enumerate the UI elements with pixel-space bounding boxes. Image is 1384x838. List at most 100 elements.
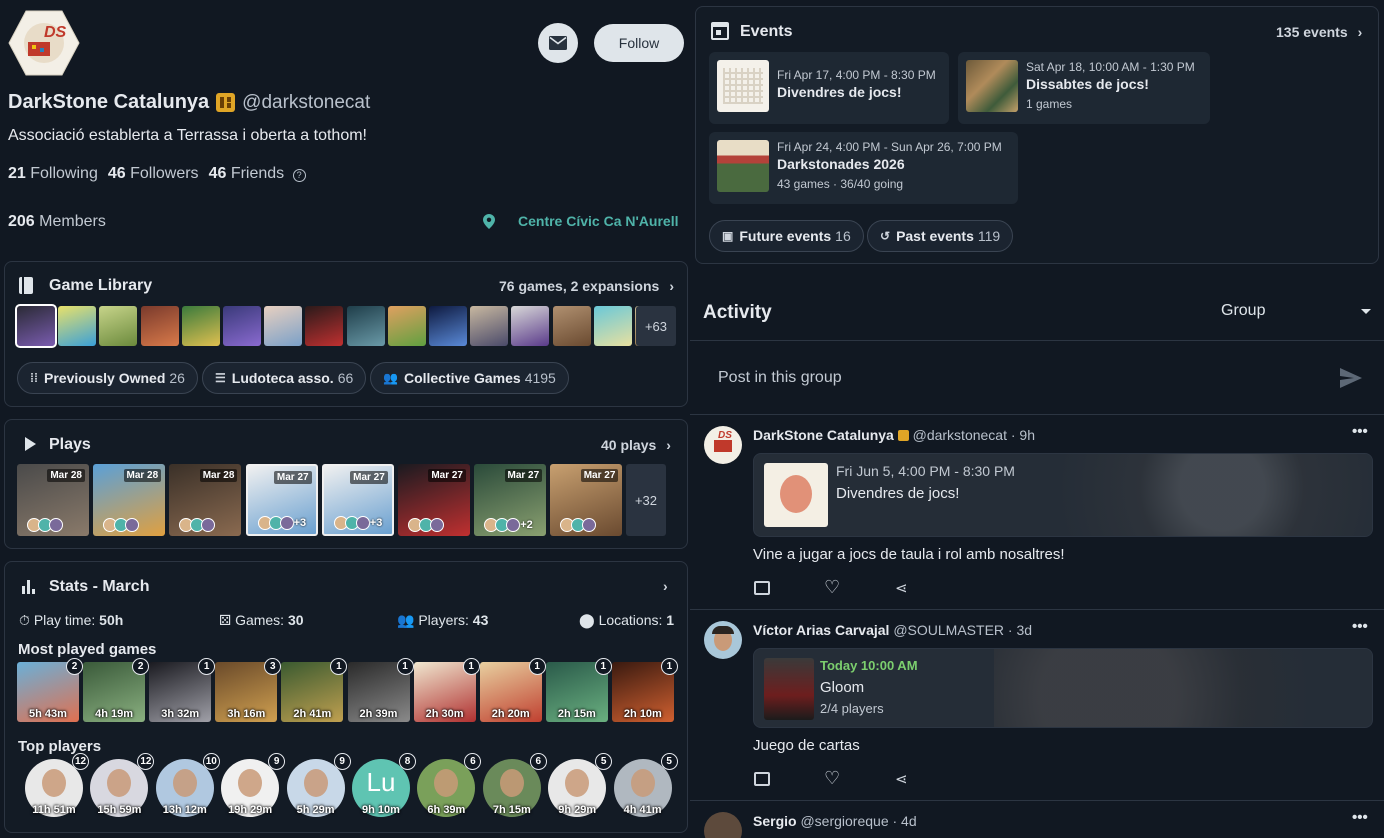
event-tile[interactable]: Fri Apr 17, 4:00 PM - 8:30 PM Divendres …	[709, 52, 949, 124]
top-player-avatar[interactable]: 7h 15m 6	[482, 753, 547, 817]
past-events-chip[interactable]: ↺ Past events 119	[867, 220, 1014, 252]
most-played-game[interactable]: 2h 20m 1	[479, 658, 546, 722]
more-options-icon[interactable]: •••	[1352, 809, 1368, 826]
library-game-thumb[interactable]	[140, 306, 179, 346]
library-game-thumb[interactable]	[429, 306, 467, 346]
top-player-avatar[interactable]: 19h 29m 9	[221, 753, 286, 817]
play-thumb[interactable]: Mar 27 +3	[321, 464, 394, 536]
events-count-link[interactable]: 135 events ›	[1276, 24, 1362, 40]
library-game-thumb[interactable]	[387, 306, 426, 346]
post-meta: @darkstonecat · 9h	[912, 427, 1035, 443]
library-game-thumb[interactable]	[552, 306, 591, 346]
plays-count-link[interactable]: 40 plays ›	[601, 437, 671, 453]
like-icon[interactable]: ♡	[824, 768, 840, 789]
top-player-avatar[interactable]: 5h 29m 9	[286, 753, 351, 817]
most-played-game[interactable]: 2h 39m 1	[347, 658, 414, 722]
play-thumb[interactable]: Mar 27 +2	[474, 464, 547, 536]
player-avatar	[125, 518, 140, 532]
library-game-thumb[interactable]	[593, 306, 632, 346]
play-thumb[interactable]: Mar 28	[93, 464, 166, 536]
player-time: 7h 15m	[492, 804, 531, 816]
top-player-avatar[interactable]: 15h 59m 12	[90, 753, 155, 817]
chip-collective-games[interactable]: 👥 Collective Games 4195	[370, 362, 569, 394]
event-tile[interactable]: Fri Apr 24, 4:00 PM - Sun Apr 26, 7:00 P…	[709, 132, 1018, 204]
most-played-game[interactable]: 2h 30m 1	[413, 658, 480, 722]
top-player-avatar[interactable]: 11h 51m 12	[25, 753, 89, 817]
library-more-button[interactable]: +63	[636, 306, 676, 346]
avatar[interactable]	[704, 621, 742, 659]
activity-title: Activity	[703, 302, 772, 323]
player-face	[630, 769, 655, 797]
most-played-game[interactable]: 2h 15m 1	[545, 658, 612, 722]
most-played-game[interactable]: 3h 16m 3	[215, 658, 282, 722]
members-count[interactable]: 206 Members	[8, 213, 106, 231]
library-game-thumb[interactable]	[346, 306, 385, 346]
top-player-avatar[interactable]: 6h 39m 6	[417, 753, 482, 817]
send-icon[interactable]	[1340, 368, 1362, 388]
play-thumb[interactable]: Mar 27	[398, 464, 470, 536]
post-author[interactable]: DarkStone Catalunya	[753, 427, 894, 443]
play-count-badge: 1	[528, 658, 546, 675]
share-icon[interactable]: ⋖	[895, 770, 908, 788]
chip-ludoteca[interactable]: ☰ Ludoteca asso. 66	[202, 362, 367, 394]
comment-icon[interactable]	[754, 581, 770, 595]
avatar[interactable]: DS	[704, 426, 742, 464]
player-count-badge: 12	[137, 753, 155, 770]
play-time: 4h 19m	[95, 708, 134, 720]
play-thumb[interactable]: Mar 28	[169, 464, 242, 536]
follow-button[interactable]: Follow	[594, 24, 684, 62]
top-players-title: Top players	[18, 738, 102, 755]
library-game-thumb[interactable]	[470, 306, 509, 346]
post-composer-input[interactable]: Post in this group	[690, 341, 1384, 413]
activity-filter-select[interactable]: Group	[1221, 302, 1373, 324]
most-played-game[interactable]: 2h 41m 1	[281, 658, 348, 722]
plays-more-button[interactable]: +32	[626, 464, 666, 536]
event-image	[764, 463, 828, 527]
most-played-game[interactable]: 4h 19m 2	[83, 658, 150, 722]
library-game-thumb[interactable]	[305, 306, 344, 346]
library-game-thumb[interactable]	[223, 306, 261, 346]
top-player-avatar[interactable]: Lu 9h 10m 8	[352, 753, 416, 817]
top-player-avatar[interactable]: 9h 29m 5	[548, 753, 613, 817]
stats-chevron-icon[interactable]: ›	[663, 578, 668, 594]
like-icon[interactable]: ♡	[824, 577, 840, 598]
activity-post: Víctor Arias Carvajal @SOULMASTER · 3d •…	[690, 610, 1384, 800]
most-played-game[interactable]: 2h 10m 1	[611, 658, 678, 722]
most-played-game[interactable]: 5h 43m 2	[17, 658, 83, 722]
location-link[interactable]: Centre Cívic Ca N'Aurell	[483, 213, 679, 229]
play-count-badge: 2	[132, 658, 150, 675]
player-count-badge: 5	[595, 753, 613, 770]
top-player-avatar[interactable]: 4h 41m 5	[613, 753, 678, 817]
more-options-icon[interactable]: •••	[1352, 423, 1368, 440]
future-events-chip[interactable]: ▣ Future events 16	[709, 220, 864, 252]
help-icon[interactable]: ?	[292, 169, 306, 182]
post-author[interactable]: Víctor Arias Carvajal	[753, 622, 889, 638]
post-author[interactable]: Sergio	[753, 813, 797, 829]
library-count-link[interactable]: 76 games, 2 expansions ›	[499, 278, 674, 294]
play-count-badge: 1	[462, 658, 480, 675]
followers-link[interactable]: 46 Followers	[108, 165, 199, 183]
top-player-avatar[interactable]: 13h 12m 10	[155, 753, 220, 817]
avatar[interactable]	[704, 812, 742, 838]
library-game-thumb[interactable]	[99, 306, 138, 346]
share-icon[interactable]: ⋖	[895, 579, 908, 597]
chip-previously-owned[interactable]: ⁞⁞ Previously Owned 26	[17, 362, 198, 394]
library-game-thumb[interactable]	[15, 304, 57, 348]
most-played-game[interactable]: 3h 32m 1	[149, 658, 216, 722]
message-button[interactable]	[538, 23, 578, 63]
play-thumb[interactable]: Mar 28	[17, 464, 89, 536]
library-game-thumb[interactable]	[511, 306, 550, 346]
list-icon: ⁞⁞	[30, 371, 38, 385]
more-options-icon[interactable]: •••	[1352, 618, 1368, 635]
event-tile[interactable]: Sat Apr 18, 10:00 AM - 1:30 PM Dissabtes…	[958, 52, 1210, 124]
post-event-card[interactable]: Today 10:00 AM Gloom 2/4 players	[753, 648, 1373, 728]
play-thumb[interactable]: Mar 27 +3	[245, 464, 318, 536]
play-thumb[interactable]: Mar 27	[550, 464, 623, 536]
comment-icon[interactable]	[754, 772, 770, 786]
post-event-card[interactable]: Fri Jun 5, 4:00 PM - 8:30 PM Divendres d…	[753, 453, 1373, 537]
following-link[interactable]: 21 Following	[8, 165, 98, 183]
library-game-thumb[interactable]	[58, 306, 97, 346]
friends-link[interactable]: 46 Friends ?	[209, 165, 306, 183]
library-game-thumb[interactable]	[181, 306, 220, 346]
library-game-thumb[interactable]	[264, 306, 303, 346]
